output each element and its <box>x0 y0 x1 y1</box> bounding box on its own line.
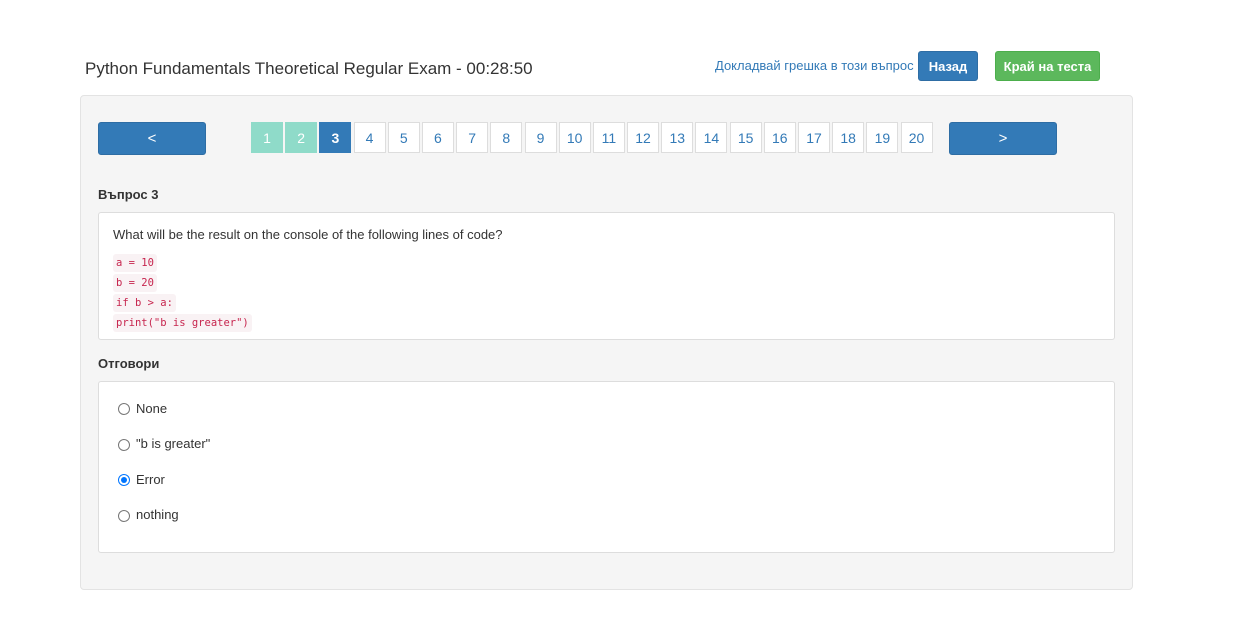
page-11[interactable]: 11 <box>592 122 625 153</box>
answer-radio[interactable] <box>118 509 130 522</box>
answer-radio[interactable] <box>118 403 130 415</box>
page-20[interactable]: 20 <box>900 122 933 153</box>
page-16[interactable]: 16 <box>763 122 796 153</box>
question-pager: 1 2 3 4 5 6 7 8 9 10 11 12 13 14 15 16 17 18 19 20 <box>251 122 935 153</box>
answer-text: Error <box>136 471 165 487</box>
answers-label: Отговори <box>98 356 160 371</box>
answer-option[interactable]: "b is greater" <box>117 434 1096 454</box>
code-block: a = 10 b = 20 if b > a: print("b is grea… <box>113 253 1100 332</box>
back-button[interactable]: Назад <box>918 51 978 81</box>
answer-text: nothing <box>136 507 179 522</box>
answer-radio[interactable] <box>118 438 130 451</box>
page-4[interactable]: 4 <box>353 122 386 153</box>
page-17[interactable]: 17 <box>798 122 830 153</box>
page-10[interactable]: 10 <box>558 122 591 153</box>
page-8[interactable]: 8 <box>490 122 523 153</box>
page-1[interactable]: 1 <box>251 122 283 153</box>
exam-title: Python Fundamentals Theoretical Regular … <box>85 59 533 78</box>
answer-option[interactable]: nothing <box>117 505 1096 525</box>
page-14[interactable]: 14 <box>695 122 728 153</box>
code-line: b = 20 <box>113 274 157 292</box>
code-line: a = 10 <box>113 254 157 272</box>
page-15[interactable]: 15 <box>729 122 762 153</box>
next-question-button[interactable]: > <box>949 122 1057 155</box>
answer-option[interactable]: Error <box>117 469 1096 489</box>
question-text: What will be the result on the console o… <box>113 227 503 242</box>
page-3[interactable]: 3 <box>319 122 352 153</box>
page-5[interactable]: 5 <box>387 122 420 153</box>
page-7[interactable]: 7 <box>456 122 489 153</box>
report-error-link[interactable]: Докладвай грешка в този въпрос <box>715 58 914 73</box>
page-18[interactable]: 18 <box>832 122 865 153</box>
page-13[interactable]: 13 <box>661 122 694 153</box>
page-9[interactable]: 9 <box>524 122 557 153</box>
answer-option[interactable]: None <box>117 398 1096 418</box>
answer-radio[interactable] <box>118 474 130 486</box>
question-panel: What will be the result on the console o… <box>98 212 1115 340</box>
answer-text: None <box>136 400 168 416</box>
exam-panel: < 1 2 3 4 5 6 7 8 9 10 11 12 13 14 15 16 17 18 19 20 > Въпр… <box>80 95 1133 590</box>
code-line: print("b is greater") <box>113 314 252 332</box>
page-12[interactable]: 12 <box>627 122 660 153</box>
answers-panel: None "b is greater" Error nothing <box>98 381 1115 553</box>
page-19[interactable]: 19 <box>866 122 899 153</box>
end-test-button[interactable]: Край на теста <box>995 51 1100 81</box>
code-line: if b > a: <box>113 294 176 312</box>
prev-question-button[interactable]: < <box>98 122 206 155</box>
page-6[interactable]: 6 <box>421 122 454 153</box>
page-2[interactable]: 2 <box>285 122 318 153</box>
question-label: Въпрос 3 <box>98 187 159 202</box>
answer-text: "b is greater" <box>136 436 211 451</box>
